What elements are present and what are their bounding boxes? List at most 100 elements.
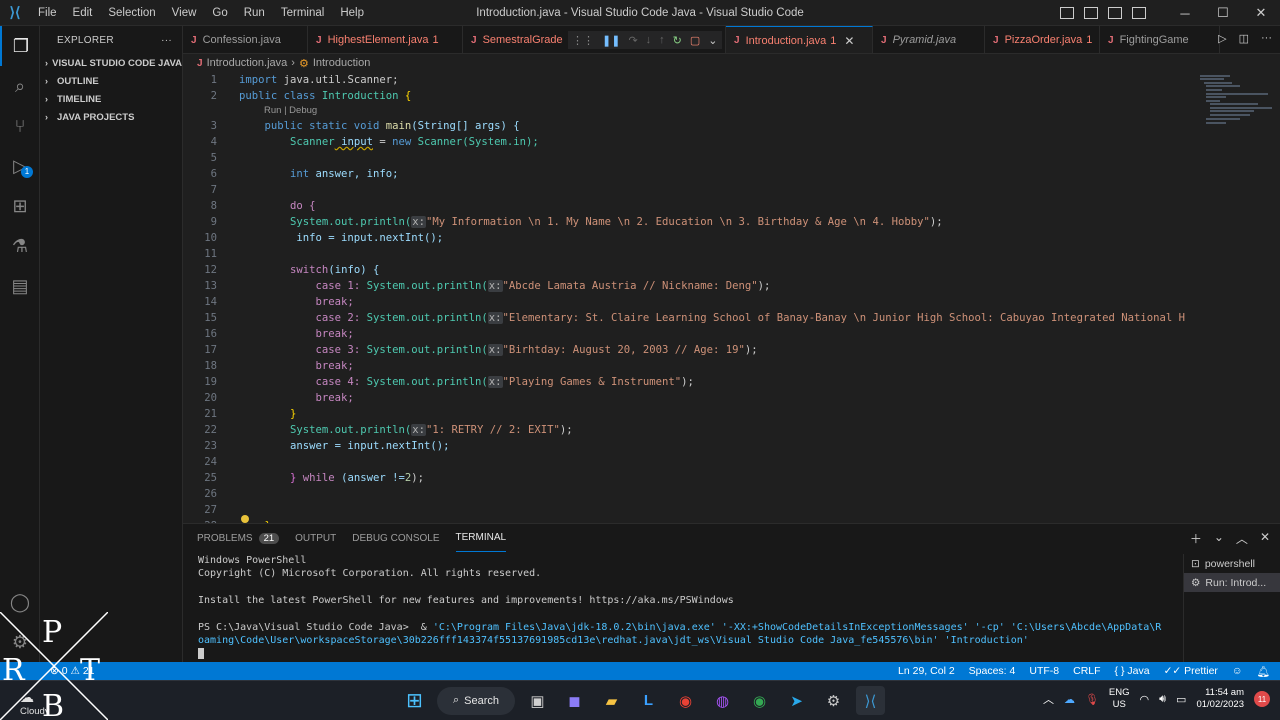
line-number: 20 <box>204 392 217 404</box>
source-control-icon[interactable]: ⑂ <box>0 106 40 146</box>
windows-start-icon[interactable]: ⊞ <box>400 686 429 715</box>
step-into-icon[interactable]: ↓ <box>646 34 652 46</box>
tab-highest-element[interactable]: J HighestElement.java 1 <box>308 26 463 53</box>
maximize-panel-icon[interactable]: ︿ <box>1236 530 1248 547</box>
panel-tab-output[interactable]: OUTPUT <box>295 524 336 552</box>
menu-view[interactable]: View <box>164 0 205 26</box>
menu-help[interactable]: Help <box>332 0 372 26</box>
close-window-button[interactable]: ✕ <box>1242 5 1280 21</box>
teams-chat-icon[interactable]: ◼ <box>560 686 589 715</box>
status-encoding[interactable]: UTF-8 <box>1029 665 1059 678</box>
menu-terminal[interactable]: Terminal <box>273 0 332 26</box>
explorer-icon[interactable]: ❐ <box>0 26 40 66</box>
manage-gear-icon[interactable]: ⚙ <box>0 622 40 662</box>
settings-icon[interactable]: ⚙ <box>819 686 848 715</box>
menu-file[interactable]: File <box>30 0 65 26</box>
restart-icon[interactable]: ↻ <box>673 34 682 47</box>
tray-overflow-icon[interactable]: ︿ <box>1043 691 1054 707</box>
run-debug-icon[interactable]: ▷ 1 <box>0 146 40 186</box>
panel-tab-debug-console[interactable]: DEBUG CONSOLE <box>352 524 439 552</box>
code-editor[interactable]: 1 import java.util.Scanner; 2 public class… <box>183 72 1280 523</box>
panel-tab-terminal[interactable]: TERMINAL <box>455 524 507 552</box>
close-tab-icon[interactable]: ✕ <box>844 34 854 48</box>
menu-edit[interactable]: Edit <box>65 0 101 26</box>
search-icon[interactable]: ⌕ <box>0 66 40 106</box>
chrome-profile-icon[interactable]: ◉ <box>745 686 774 715</box>
menu-go[interactable]: Go <box>204 0 235 26</box>
tab-introduction[interactable]: J Introduction.java 1 ✕ <box>726 26 873 53</box>
customize-layout-icon[interactable] <box>1132 7 1146 19</box>
breadcrumb-file[interactable]: Introduction.java <box>207 57 288 69</box>
minimap[interactable] <box>1192 72 1280 523</box>
new-terminal-icon[interactable]: ＋ <box>1190 530 1202 547</box>
chrome-icon[interactable]: ◉ <box>671 686 700 715</box>
panel-tab-problems[interactable]: PROBLEMS 21 <box>197 524 280 552</box>
section-timeline[interactable]: › TIMELINE <box>40 90 182 108</box>
lightbulb-icon[interactable] <box>241 515 249 523</box>
drag-handle-icon[interactable]: ⋮⋮ <box>572 34 594 47</box>
stop-icon[interactable]: ▢ <box>690 34 700 47</box>
step-over-icon[interactable]: ↷ <box>628 34 637 47</box>
status-indentation[interactable]: Spaces: 4 <box>969 665 1016 678</box>
run-java-icon[interactable]: ▷ <box>1218 32 1226 45</box>
terminal-dropdown-icon[interactable]: ⌄ <box>1214 530 1224 547</box>
remote-explorer-icon[interactable]: ▤ <box>0 266 40 306</box>
menu-selection[interactable]: Selection <box>100 0 163 26</box>
feedback-icon[interactable]: ☺ <box>1232 665 1243 678</box>
toggle-panel-icon[interactable] <box>1084 7 1098 19</box>
notifications-bell-icon[interactable]: 🔔︎ <box>1257 665 1270 678</box>
status-language[interactable]: { } Java <box>1115 665 1150 678</box>
menu-run[interactable]: Run <box>236 0 273 26</box>
status-prettier[interactable]: ✓✓ Prettier <box>1164 665 1218 678</box>
status-problems[interactable]: ⊗ 0 ⚠ 21 <box>50 665 95 677</box>
maximize-button[interactable]: ☐ <box>1204 5 1242 21</box>
status-eol[interactable]: CRLF <box>1073 665 1100 678</box>
editor-tab-bar: J Confession.java J HighestElement.java 1 J… <box>183 26 1280 54</box>
explorer-more-icon[interactable]: ··· <box>161 35 172 46</box>
codelens-run-debug[interactable]: Run | Debug <box>264 105 317 116</box>
breadcrumb-class[interactable]: Introduction <box>313 57 370 69</box>
testing-icon[interactable]: ⚗ <box>0 226 40 266</box>
weather-widget[interactable]: ☁ Cloudy <box>20 689 50 717</box>
minimize-button[interactable]: ─ <box>1166 6 1204 21</box>
telegram-icon[interactable]: ➤ <box>782 686 811 715</box>
toggle-sidebar-icon[interactable] <box>1060 7 1074 19</box>
java-file-icon: J <box>316 34 322 46</box>
app-l-icon[interactable]: L <box>634 686 663 715</box>
battery-icon[interactable]: ▭ <box>1176 693 1186 706</box>
terminal-run-introduction[interactable]: ⚙ Run: Introd... <box>1184 573 1280 592</box>
wifi-icon[interactable]: ◠ <box>1140 693 1150 706</box>
terminal-line: Windows PowerShell <box>198 555 307 566</box>
tab-pizza-order[interactable]: J PizzaOrder.java 1 <box>985 26 1100 53</box>
terminal-powershell[interactable]: ⊡ powershell <box>1184 554 1280 573</box>
tab-confession[interactable]: J Confession.java <box>183 26 308 53</box>
onedrive-icon[interactable]: ☁ <box>1064 693 1075 706</box>
vscode-taskbar-icon[interactable]: ⟩⟨ <box>856 686 885 715</box>
tab-pyramid[interactable]: J Pyramid.java <box>873 26 985 53</box>
tab-fighting-game[interactable]: J FightingGame <box>1100 26 1220 53</box>
section-java-projects[interactable]: › JAVA PROJECTS <box>40 108 182 126</box>
split-editor-icon[interactable]: ◫ <box>1239 32 1249 45</box>
close-panel-icon[interactable]: ✕ <box>1260 530 1270 547</box>
file-explorer-icon[interactable]: ▰ <box>597 686 626 715</box>
toggle-secondary-sidebar-icon[interactable] <box>1108 7 1122 19</box>
volume-icon[interactable]: 🔊︎ <box>1159 693 1166 706</box>
pause-icon[interactable]: ❚❚ <box>602 34 620 47</box>
chevron-down-icon[interactable]: ⌄ <box>708 34 717 47</box>
account-icon[interactable]: ◯ <box>0 582 40 622</box>
taskbar-search-button[interactable]: ⌕ Search <box>437 686 515 715</box>
extensions-icon[interactable]: ⊞ <box>0 186 40 226</box>
section-outline[interactable]: › OUTLINE <box>40 72 182 90</box>
inlay-hint: x: <box>411 216 426 228</box>
terminal-output[interactable]: Windows PowerShell Copyright (C) Microsof… <box>198 554 1173 661</box>
microphone-icon[interactable]: 🎙︎ <box>1085 693 1099 706</box>
step-out-icon[interactable]: ↑ <box>659 34 665 46</box>
clock[interactable]: 11:54 am 01/02/2023 <box>1196 687 1244 711</box>
notification-badge[interactable]: 11 <box>1254 691 1270 707</box>
section-workspace[interactable]: › VISUAL STUDIO CODE JAVA <box>40 54 182 72</box>
language-indicator[interactable]: ENG US <box>1109 687 1130 711</box>
more-actions-icon[interactable]: ··· <box>1261 32 1272 45</box>
status-cursor-position[interactable]: Ln 29, Col 2 <box>898 665 955 678</box>
task-view-icon[interactable]: ▣ <box>523 686 552 715</box>
messenger-icon[interactable]: ◍ <box>708 686 737 715</box>
